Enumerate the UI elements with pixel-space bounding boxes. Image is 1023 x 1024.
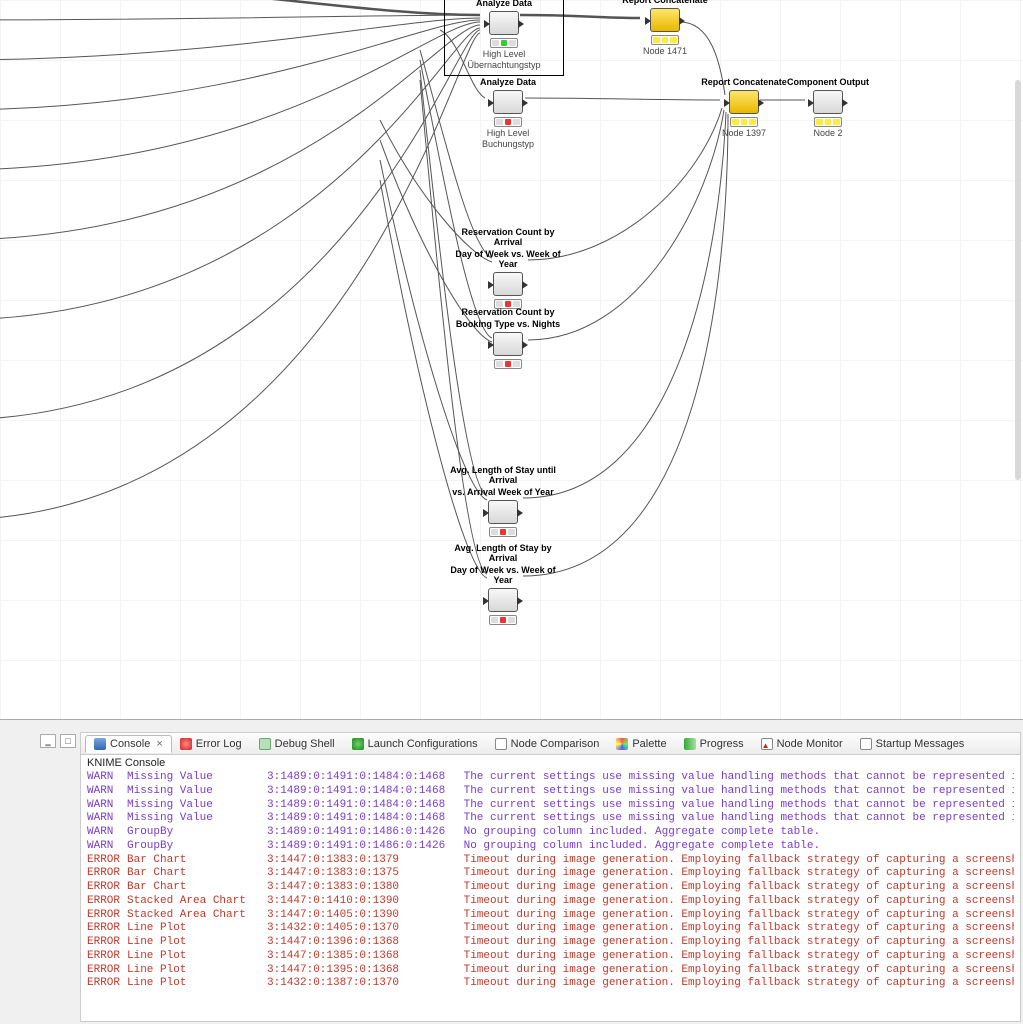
node-reservation-count-booking[interactable]: Reservation Count by Booking Type vs. Ni… [448,308,568,371]
node-title: Component Output [768,78,888,88]
progress-icon [684,738,696,750]
node-report-concatenate-1[interactable]: Report Concatenate Node 1471 [605,0,725,57]
console-row: WARNMissing Value3:1489:0:1491:0:1484:0:… [87,799,1014,813]
workflow-canvas[interactable]: Analyze Data High Level Übernachtungstyp… [0,0,1023,720]
node-title: vs. Arrival Week of Year [443,488,563,498]
node-analyze-data-1[interactable]: Analyze Data High Level Übernachtungstyp [444,0,564,76]
node-reservation-count-arrival[interactable]: Reservation Count by Arrival Day of Week… [448,228,568,311]
tab-label: Palette [632,738,666,750]
compare-icon [495,738,507,750]
console-row: ERRORLine Plot3:1447:0:1385:0:1368 Timeo… [87,950,1014,964]
tab-startup-messages[interactable]: Startup Messages [852,736,974,752]
vertical-scrollbar[interactable] [1015,80,1021,480]
console-output[interactable]: WARNMissing Value3:1489:0:1491:0:1484:0:… [81,771,1020,991]
tab-label: Startup Messages [876,738,965,750]
bottom-tab-bar: Console × Error Log Debug Shell Launch C… [81,733,1020,755]
debug-icon [259,738,271,750]
tab-label: Error Log [196,738,242,750]
tab-label: Debug Shell [275,738,335,750]
console-row: ERRORBar Chart3:1447:0:1383:0:1380 Timeo… [87,881,1014,895]
node-title: Avg. Length of Stay until Arrival [443,466,563,486]
minimize-icon[interactable]: ‗ [40,734,56,748]
node-subtitle: High Level [448,129,568,139]
tab-node-comparison[interactable]: Node Comparison [487,736,609,752]
tab-debug-shell[interactable]: Debug Shell [251,736,344,752]
startup-icon [860,738,872,750]
console-row: ERRORLine Plot3:1432:0:1387:0:1370 Timeo… [87,977,1014,991]
node-title: Analyze Data [445,0,563,9]
console-row: ERRORStacked Area Chart3:1447:0:1405:0:1… [87,909,1014,923]
console-row: ERRORLine Plot3:1432:0:1405:0:1370 Timeo… [87,922,1014,936]
console-icon [94,738,106,750]
tab-launch-configurations[interactable]: Launch Configurations [344,736,487,752]
console-row: WARNMissing Value3:1489:0:1491:0:1484:0:… [87,812,1014,826]
tab-node-monitor[interactable]: Node Monitor [753,736,852,752]
tab-palette[interactable]: Palette [608,736,675,752]
console-row: ERRORBar Chart3:1447:0:1383:0:1379 Timeo… [87,854,1014,868]
tab-label: Console [110,738,150,750]
node-title: Booking Type vs. Nights [448,320,568,330]
node-title: Day of Week vs. Week of Year [443,566,563,586]
monitor-icon [761,738,773,750]
node-avg-length-by-arrival[interactable]: Avg. Length of Stay by Arrival Day of We… [443,544,563,627]
node-title: Avg. Length of Stay by Arrival [443,544,563,564]
node-title: Analyze Data [448,78,568,88]
panel-window-controls: ‗ □ [40,734,76,748]
console-row: WARNGroupBy3:1489:0:1491:0:1486:0:1426 N… [87,826,1014,840]
node-subtitle: Buchungstyp [448,140,568,150]
tab-console[interactable]: Console × [85,735,172,753]
tab-label: Progress [700,738,744,750]
console-row: WARNMissing Value3:1489:0:1491:0:1484:0:… [87,771,1014,785]
node-subtitle: High Level [445,50,563,60]
node-title: Reservation Count by [448,308,568,318]
node-title: Day of Week vs. Week of Year [448,250,568,270]
bottom-panel: Console × Error Log Debug Shell Launch C… [80,732,1021,1022]
close-icon[interactable]: × [156,738,162,750]
maximize-icon[interactable]: □ [60,734,76,748]
console-row: ERRORLine Plot3:1447:0:1396:0:1368 Timeo… [87,936,1014,950]
console-row: ERRORStacked Area Chart3:1447:0:1410:0:1… [87,895,1014,909]
launch-icon [352,738,364,750]
node-component-output[interactable]: Component Output Node 2 [768,78,888,139]
console-row: ERRORLine Plot3:1447:0:1395:0:1368 Timeo… [87,964,1014,978]
tab-progress[interactable]: Progress [676,736,753,752]
console-title: KNIME Console [81,755,1020,771]
tab-error-log[interactable]: Error Log [172,736,251,752]
node-subtitle: Übernachtungstyp [445,61,563,71]
console-row: WARNGroupBy3:1489:0:1491:0:1486:0:1426 N… [87,840,1014,854]
node-subtitle: Node 2 [768,129,888,139]
node-title: Report Concatenate [605,0,725,6]
console-row: ERRORBar Chart3:1447:0:1383:0:1375 Timeo… [87,867,1014,881]
node-analyze-data-2[interactable]: Analyze Data High Level Buchungstyp [448,78,568,150]
node-title: Reservation Count by Arrival [448,228,568,248]
node-subtitle: Node 1471 [605,47,725,57]
tab-label: Launch Configurations [368,738,478,750]
console-row: WARNMissing Value3:1489:0:1491:0:1484:0:… [87,785,1014,799]
error-icon [180,738,192,750]
tab-label: Node Monitor [777,738,843,750]
palette-icon [616,738,628,750]
node-avg-length-until-arrival[interactable]: Avg. Length of Stay until Arrival vs. Ar… [443,466,563,539]
tab-label: Node Comparison [511,738,600,750]
